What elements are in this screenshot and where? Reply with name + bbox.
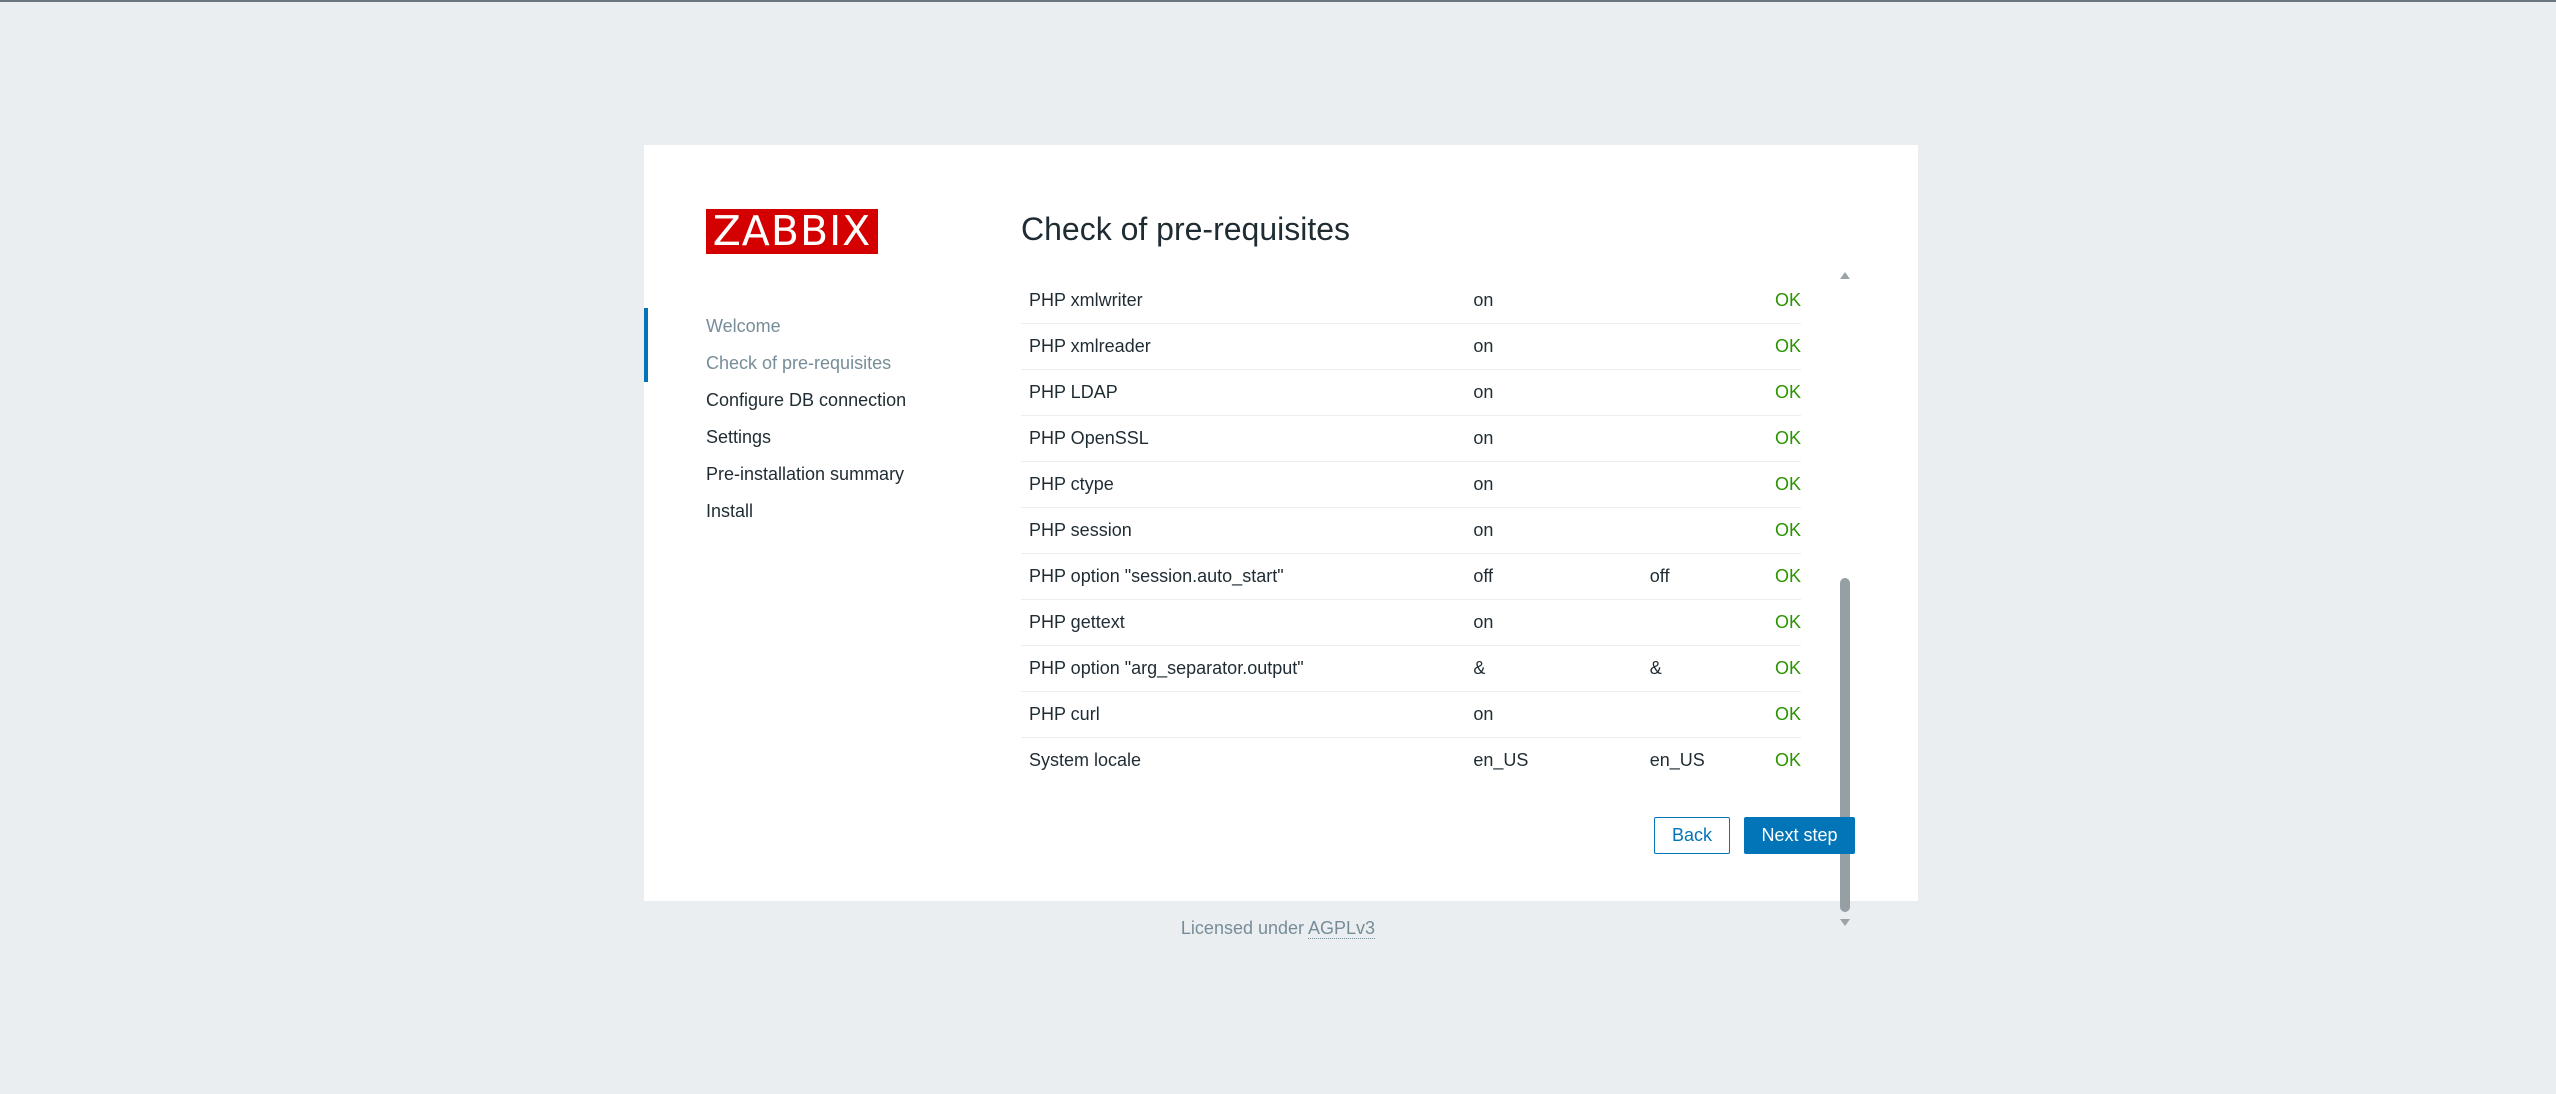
- requirement-name: PHP xmlreader: [1021, 323, 1466, 370]
- requirement-name: PHP LDAP: [1021, 369, 1466, 416]
- license-text: Licensed under: [1180, 918, 1305, 938]
- requirement-name: PHP ctype: [1021, 461, 1466, 508]
- requirement-required-value: [1641, 415, 1767, 462]
- requirement-status: OK: [1774, 750, 1801, 770]
- table-row: PHP curl on OK: [1021, 691, 1801, 738]
- requirement-name: PHP xmlwriter: [1021, 278, 1466, 324]
- requirement-name: PHP curl: [1021, 691, 1466, 738]
- table-row: PHP gettext on OK: [1021, 599, 1801, 646]
- step-settings: Settings: [706, 427, 772, 447]
- step-check-prerequisites: Check of pre-requisites: [706, 353, 892, 373]
- requirements-table: PHP xmlwriter on OK PHP xmlreader on OK PHP LD…: [1021, 278, 1801, 783]
- requirement-current-value: on: [1465, 415, 1642, 462]
- requirement-required-value: [1641, 691, 1767, 738]
- requirement-required-value: [1641, 461, 1767, 508]
- requirement-current-value: off: [1465, 553, 1642, 600]
- step-welcome: Welcome: [706, 316, 781, 336]
- table-row: PHP session on OK: [1021, 507, 1801, 554]
- license-footer: Licensed under AGPLv3: [0, 918, 2556, 939]
- requirement-required-value: &: [1641, 645, 1767, 692]
- top-border: [0, 0, 2556, 2]
- requirement-name: PHP option "session.auto_start": [1021, 553, 1466, 600]
- requirement-name: PHP session: [1021, 507, 1466, 554]
- requirement-name: PHP option "arg_separator.output": [1021, 645, 1466, 692]
- requirement-status: OK: [1766, 415, 1801, 462]
- table-row: PHP option "arg_separator.output" & & OK: [1021, 645, 1801, 692]
- requirement-status: OK: [1766, 599, 1801, 646]
- page-title: Check of pre-requisites: [1021, 211, 1351, 247]
- requirement-current-value: on: [1465, 599, 1642, 646]
- next-step-button[interactable]: Next step: [1744, 817, 1855, 854]
- zabbix-logo: ZABBIX: [706, 209, 878, 254]
- setup-steps-nav: Welcome Check of pre-requisites Configur…: [644, 308, 944, 530]
- requirements-scrollbar[interactable]: [1840, 145, 1852, 926]
- setup-wizard-card: ZABBIX Welcome Check of pre-requisites C…: [644, 145, 1918, 926]
- scrollbar-thumb[interactable]: [1840, 578, 1850, 912]
- requirement-required-value: [1641, 599, 1767, 646]
- requirement-current-value: en_US: [1473, 750, 1529, 770]
- step-pre-installation-summary: Pre-installation summary: [706, 464, 905, 484]
- table-row: PHP xmlreader on OK: [1021, 323, 1801, 370]
- requirement-current-value: on: [1465, 691, 1642, 738]
- requirement-status: OK: [1766, 691, 1801, 738]
- requirement-current-value: &: [1465, 645, 1642, 692]
- requirement-current-value: on: [1465, 323, 1642, 370]
- requirement-current-value: on: [1465, 507, 1642, 554]
- table-row: PHP xmlwriter on OK: [1021, 278, 1801, 324]
- requirement-required-value: [1641, 278, 1767, 324]
- requirement-status: OK: [1766, 323, 1801, 370]
- table-row: PHP OpenSSL on OK: [1021, 415, 1801, 462]
- requirement-status: OK: [1766, 645, 1801, 692]
- table-row: PHP LDAP on OK: [1021, 369, 1801, 416]
- requirement-required-value: [1641, 369, 1767, 416]
- requirement-current-value: on: [1465, 461, 1642, 508]
- requirement-current-value: on: [1465, 369, 1642, 416]
- requirement-name: PHP gettext: [1021, 599, 1466, 646]
- requirement-status: OK: [1766, 553, 1801, 600]
- requirement-status: OK: [1766, 507, 1801, 554]
- requirement-current-value: on: [1465, 278, 1642, 324]
- requirement-name: System locale: [1029, 750, 1142, 770]
- scroll-up-arrow-icon[interactable]: [1840, 272, 1850, 279]
- requirement-name: PHP OpenSSL: [1021, 415, 1466, 462]
- requirement-required-value: en_US: [1649, 750, 1705, 770]
- table-row: PHP ctype on OK: [1021, 461, 1801, 508]
- requirement-required-value: [1641, 507, 1767, 554]
- requirement-required-value: [1641, 323, 1767, 370]
- back-button[interactable]: Back: [1654, 817, 1730, 854]
- table-row: PHP option "session.auto_start" off off OK: [1021, 553, 1801, 600]
- table-row: System locale en_US en_US OK: [1021, 738, 1801, 784]
- step-install: Install: [706, 501, 754, 521]
- requirement-required-value: off: [1641, 553, 1767, 600]
- step-configure-db: Configure DB connection: [706, 390, 907, 410]
- requirement-status: OK: [1766, 278, 1801, 324]
- requirement-status: OK: [1766, 461, 1801, 508]
- agpl-license-link[interactable]: AGPLv3: [1308, 918, 1376, 939]
- requirement-status: OK: [1766, 369, 1801, 416]
